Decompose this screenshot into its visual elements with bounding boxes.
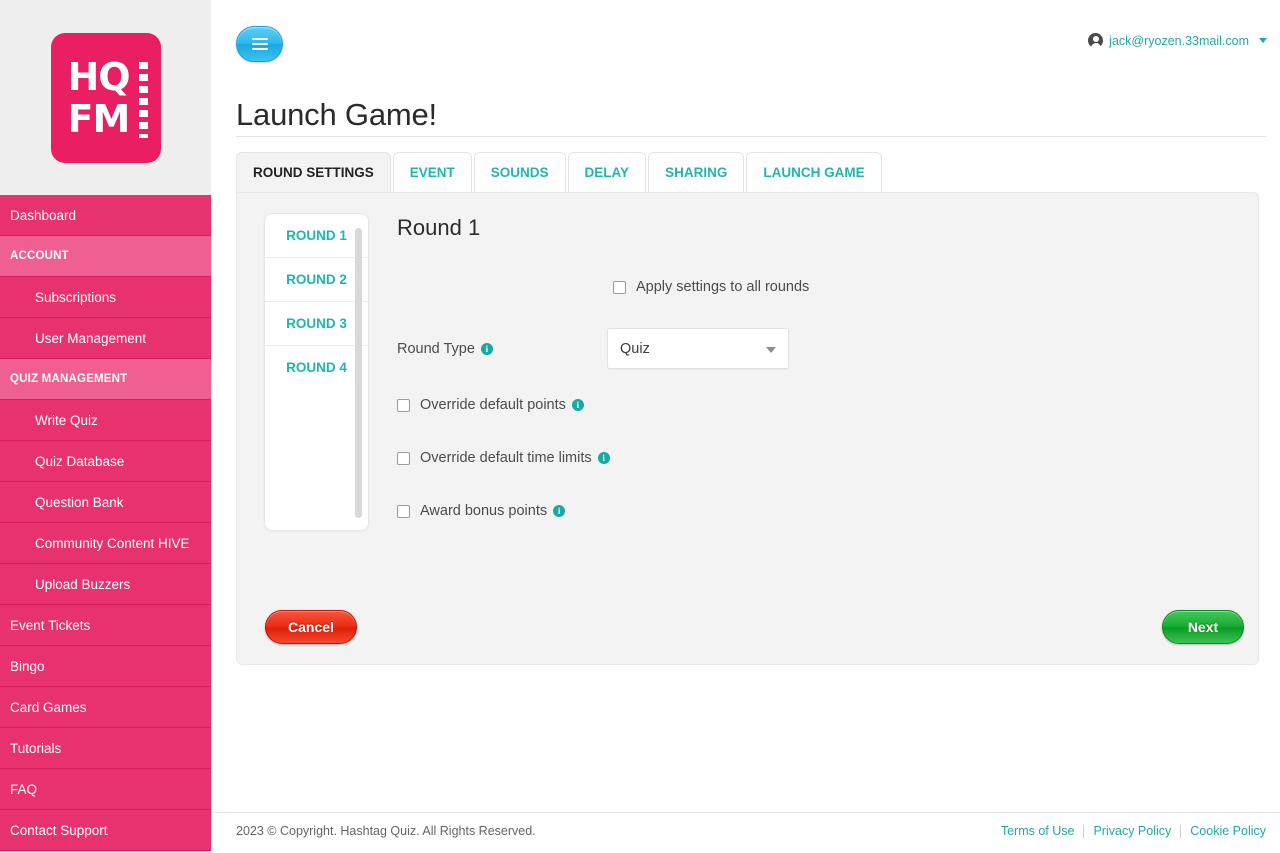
- sidebar-section-account: ACCOUNT: [0, 236, 211, 277]
- round-list-item[interactable]: ROUND 4: [265, 346, 368, 390]
- round-type-select[interactable]: Quiz: [607, 328, 789, 369]
- sidebar-item-upload-buzzers[interactable]: Upload Buzzers: [0, 564, 211, 605]
- next-button[interactable]: Next: [1162, 610, 1244, 644]
- sidebar-item-event-tickets[interactable]: Event Tickets: [0, 605, 211, 646]
- sidebar-item-write-quiz[interactable]: Write Quiz: [0, 400, 211, 441]
- hamburger-bars: [251, 35, 268, 53]
- round-list-item[interactable]: ROUND 1: [265, 214, 368, 258]
- logo-text: HQ FM: [67, 54, 131, 141]
- chevron-down-icon: [1259, 38, 1267, 43]
- sidebar-item-user-management[interactable]: User Management: [0, 318, 211, 359]
- account-email: jack@ryozen.33mail.com: [1109, 33, 1249, 48]
- round-type-row: Round Type i Quiz: [397, 328, 1238, 369]
- tab-delay[interactable]: DELAY: [567, 152, 647, 192]
- chevron-down-icon: [766, 347, 776, 353]
- hamburger-icon[interactable]: [236, 26, 283, 62]
- round-list-scrollbar[interactable]: [355, 228, 362, 518]
- sidebar: HQ FM Dashboard ACCOUNT Subscriptions User M…: [0, 0, 211, 853]
- round-list: ROUND 1 ROUND 2 ROUND 3 ROUND 4: [264, 213, 369, 531]
- logo-dots-icon: [138, 61, 148, 138]
- brand-logo[interactable]: HQ FM: [0, 0, 211, 195]
- sidebar-item-community-content-hive[interactable]: Community Content HIVE: [0, 523, 211, 564]
- round-list-item[interactable]: ROUND 3: [265, 302, 368, 346]
- round-type-label-wrap: Round Type i: [397, 341, 607, 357]
- sidebar-item-tutorials[interactable]: Tutorials: [0, 728, 211, 769]
- apply-all-row: Apply settings to all rounds: [613, 279, 1238, 295]
- round-type-label: Round Type: [397, 340, 475, 357]
- tab-sounds[interactable]: SOUNDS: [473, 152, 566, 192]
- logo-line-2: FM: [67, 96, 131, 141]
- option-label-wrap: Override default points i: [420, 397, 584, 413]
- sidebar-item-quiz-database[interactable]: Quiz Database: [0, 441, 211, 482]
- footer-divider: [211, 812, 1280, 813]
- option-label: Override default time limits: [420, 450, 592, 466]
- app-root: HQ FM Dashboard ACCOUNT Subscriptions User M…: [0, 0, 1280, 853]
- round-options: Override default points i Override default…: [397, 397, 1238, 519]
- sidebar-section-quiz-management: QUIZ MANAGEMENT: [0, 359, 211, 400]
- info-icon[interactable]: i: [480, 342, 493, 355]
- info-icon[interactable]: i: [597, 452, 610, 464]
- sidebar-nav: Dashboard ACCOUNT Subscriptions User Manage…: [0, 195, 211, 851]
- sidebar-item-dashboard[interactable]: Dashboard: [0, 195, 211, 236]
- round-items: ROUND 1 ROUND 2 ROUND 3 ROUND 4: [265, 214, 368, 390]
- sidebar-item-card-games[interactable]: Card Games: [0, 687, 211, 728]
- topbar: jack@ryozen.33mail.com: [211, 0, 1280, 70]
- option-checkbox[interactable]: [397, 398, 410, 412]
- footer-link-privacy-policy[interactable]: Privacy Policy: [1084, 824, 1180, 838]
- option-label: Award bonus points: [420, 503, 548, 519]
- apply-all-label: Apply settings to all rounds: [636, 279, 810, 295]
- option-label-wrap: Award bonus points i: [420, 503, 566, 519]
- round-form: Round 1 Apply settings to all rounds Rou…: [397, 215, 1238, 556]
- page-title: Launch Game!: [236, 96, 437, 132]
- option-row: Override default points i: [397, 397, 1238, 413]
- option-label: Override default points: [420, 397, 566, 413]
- tab-launch-game[interactable]: LAUNCH GAME: [746, 152, 882, 192]
- tab-sharing[interactable]: SHARING: [648, 152, 745, 192]
- person-icon: [1088, 33, 1104, 50]
- info-icon[interactable]: i: [571, 399, 584, 411]
- round-list-item[interactable]: ROUND 2: [265, 258, 368, 302]
- option-row: Override default time limits i: [397, 450, 1238, 466]
- sidebar-item-bingo[interactable]: Bingo: [0, 646, 211, 687]
- sidebar-item-faq[interactable]: FAQ: [0, 769, 211, 810]
- logo-inner: HQ FM: [67, 54, 148, 141]
- sidebar-item-subscriptions[interactable]: Subscriptions: [0, 277, 211, 318]
- tab-event[interactable]: EVENT: [392, 152, 472, 192]
- tab-bar: ROUND SETTINGS EVENT SOUNDS DELAY SHARING LAU…: [236, 152, 884, 192]
- footer-link-terms-of-use[interactable]: Terms of Use: [992, 824, 1084, 838]
- logo-badge: HQ FM: [50, 32, 161, 163]
- option-label-wrap: Override default time limits i: [420, 450, 610, 466]
- sidebar-item-contact-support[interactable]: Contact Support: [0, 810, 211, 851]
- main-content: jack@ryozen.33mail.com Launch Game! ROUN…: [211, 0, 1280, 853]
- apply-all-checkbox[interactable]: [613, 280, 626, 294]
- info-icon[interactable]: i: [553, 505, 566, 517]
- option-checkbox[interactable]: [397, 504, 410, 518]
- title-divider: [236, 136, 1266, 137]
- account-menu[interactable]: jack@ryozen.33mail.com: [1088, 33, 1267, 50]
- footer-link-cookie-policy[interactable]: Cookie Policy: [1181, 824, 1266, 838]
- option-checkbox[interactable]: [397, 451, 410, 465]
- round-settings-panel: ROUND 1 ROUND 2 ROUND 3 ROUND 4 Round 1 App…: [236, 192, 1259, 665]
- option-row: Award bonus points i: [397, 503, 1238, 519]
- round-heading: Round 1: [397, 215, 481, 240]
- logo-line-1: HQ: [67, 54, 131, 99]
- cancel-button[interactable]: Cancel: [265, 610, 357, 644]
- round-type-value: Quiz: [620, 340, 650, 357]
- footer-links: Terms of Use Privacy Policy Cookie Policy: [992, 824, 1266, 838]
- footer-copyright: 2023 © Copyright. Hashtag Quiz. All Righ…: [236, 824, 536, 838]
- tab-round-settings[interactable]: ROUND SETTINGS: [236, 152, 391, 192]
- sidebar-item-question-bank[interactable]: Question Bank: [0, 482, 211, 523]
